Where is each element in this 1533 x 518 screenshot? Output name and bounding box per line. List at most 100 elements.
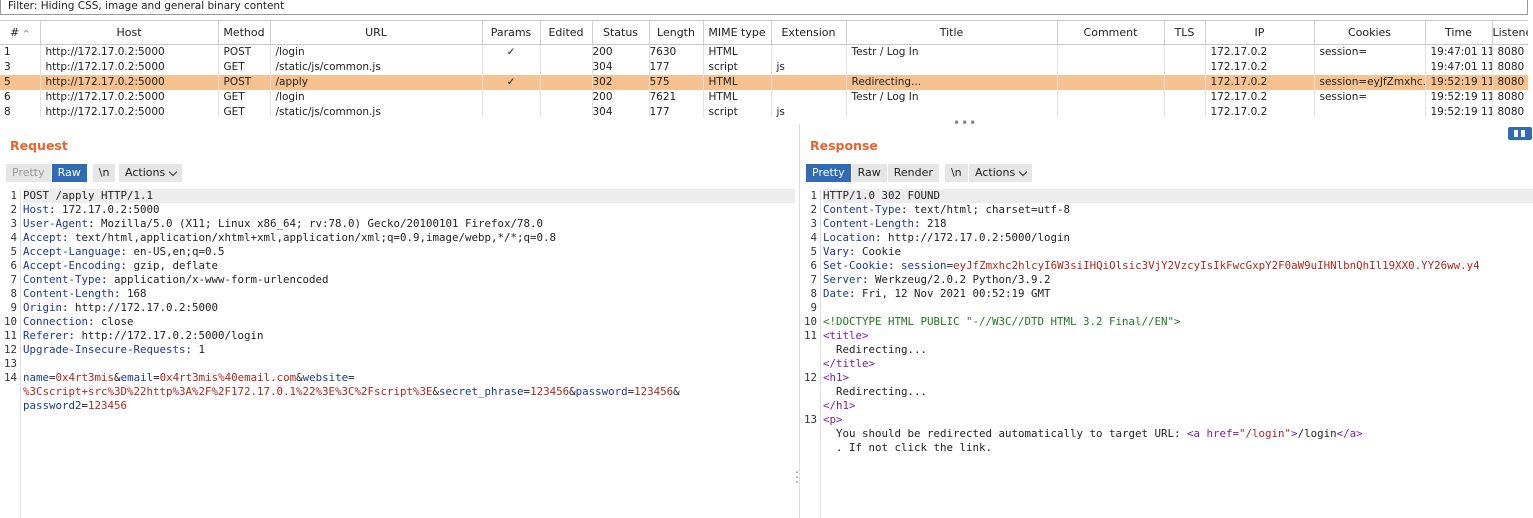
column-header-title[interactable]: Title (846, 21, 1058, 45)
header-name: Content-Type (823, 203, 902, 216)
header-name: Vary (823, 245, 850, 258)
cell-edited (540, 90, 593, 105)
column-header-params[interactable]: Params (482, 21, 541, 45)
request-actions-button[interactable]: Actions (119, 164, 183, 182)
cell-edited (540, 105, 593, 117)
response-editor[interactable]: 1 2 3 4 5 6 7 8 9 10 11 12 13 HTTP/1.0 302 FOUND Con… (800, 189, 1533, 518)
cell-params: ✓ (482, 44, 541, 60)
doctype-line: <!DOCTYPE HTML PUBLIC "-//W3C//DTD HTML … (823, 315, 1181, 328)
table-row[interactable]: 6 http://172.17.0.2:5000 GET/login 200 7621 H… (0, 90, 1528, 105)
title-close-tag: </title> (823, 357, 876, 370)
column-header-cookies[interactable]: Cookies (1314, 21, 1426, 45)
request-view-tabs: Pretty Raw \n (6, 164, 116, 182)
cell-length: 575 (649, 75, 704, 90)
request-tab-newline[interactable]: \n (92, 164, 116, 182)
line-number: 11 (803, 329, 817, 342)
header-value: http://172.17.0.2:5000 (68, 301, 219, 314)
response-panel-title: Response (810, 138, 878, 153)
cell-num: 6 (0, 90, 41, 105)
header-name: Location (823, 231, 876, 244)
cell-method: POST (218, 75, 271, 90)
header-name: User-Agent (23, 217, 89, 230)
column-header-ip[interactable]: IP (1205, 21, 1315, 45)
column-header-listener-port[interactable]: Listener port (1492, 21, 1528, 45)
header-name: Referer (23, 329, 69, 342)
cell-title (846, 105, 1058, 117)
table-row[interactable]: 1 http://172.17.0.2:5000 POST/login ✓ 200 763… (0, 44, 1528, 60)
column-header-comment[interactable]: Comment (1057, 21, 1165, 45)
column-header-length[interactable]: Length (649, 21, 704, 45)
header-name: Origin (23, 301, 63, 314)
header-name: Upgrade-Insecure-Requests (23, 343, 186, 356)
column-header-url[interactable]: URL (270, 21, 483, 45)
request-body-line-1: name=0x4rt3mis&email=0x4rt3mis%40email.c… (23, 371, 355, 384)
header-name: Connection (23, 315, 89, 328)
cell-time: 19:47:01 11 N... (1425, 44, 1493, 60)
split-handle-horizontal[interactable]: ••• (953, 116, 977, 130)
response-tab-newline[interactable]: \n (944, 164, 968, 182)
response-header: Content-Length: 218 (823, 217, 947, 230)
line-number: 13 (803, 413, 817, 426)
request-tab-raw[interactable]: Raw (51, 164, 87, 182)
cell-ip: 172.17.0.2 (1205, 75, 1315, 90)
cell-url: /static/js/common.js (270, 105, 483, 117)
header-value: 218 (920, 217, 947, 230)
cell-port: 8080 (1492, 75, 1528, 90)
param-value: 0x4rt3mis%40email.com (159, 371, 297, 384)
cell-cookies: session=eyJfZmxhc... (1314, 75, 1426, 90)
column-header-status[interactable]: Status (592, 21, 650, 45)
column-header-host[interactable]: Host (40, 21, 219, 45)
param-value: %3Cscript+src%3D%22http%3A%2F%2F172.17.0… (23, 385, 433, 398)
column-header-extension[interactable]: Extension (771, 21, 847, 45)
request-tab-pretty[interactable]: Pretty (6, 164, 51, 182)
request-header: Origin: http://172.17.0.2:5000 (23, 301, 219, 314)
column-header-num[interactable]: # ^ (0, 21, 41, 45)
cell-ip: 172.17.0.2 (1205, 90, 1315, 105)
cell-url: /login (270, 90, 483, 105)
column-header-method[interactable]: Method (218, 21, 271, 45)
cell-ip: 172.17.0.2 (1205, 105, 1315, 117)
response-header: Vary: Cookie (823, 245, 902, 258)
cell-length: 177 (649, 105, 704, 117)
header-name: Content-Length (823, 217, 915, 230)
response-header: Server: Werkzeug/2.0.2 Python/3.9.2 (823, 273, 1051, 286)
response-tab-raw[interactable]: Raw (851, 164, 887, 182)
column-header-mime[interactable]: MIME type (703, 21, 772, 45)
cell-mime: HTML (703, 75, 772, 90)
p-open-tag: <p> (823, 413, 843, 426)
filter-bar[interactable]: Filter: Hiding CSS, image and general bi… (0, 0, 1528, 15)
h1-text: Redirecting... (823, 385, 928, 398)
request-header: Host: 172.17.0.2:5000 (23, 203, 160, 216)
header-value: text/html; charset=utf-8 (907, 203, 1071, 216)
table-row[interactable]: 5 http://172.17.0.2:5000 POST/apply ✓ 302 575… (0, 75, 1528, 90)
layout-toggle-icon[interactable] (1508, 127, 1532, 140)
header-value: Cookie (855, 245, 902, 258)
response-actions-button[interactable]: Actions (969, 164, 1033, 182)
cell-time: 19:47:01 11 N... (1425, 60, 1493, 75)
column-header-time[interactable]: Time (1425, 21, 1493, 45)
response-header: Location: http://172.17.0.2:5000/login (823, 231, 1071, 244)
cell-edited (540, 75, 593, 90)
response-tab-render[interactable]: Render (887, 164, 939, 182)
request-editor[interactable]: 1 2 3 4 5 6 7 8 9 10 11 12 13 14 POST /apply HTTP/1.1… (0, 189, 799, 518)
header-value: gzip, deflate (127, 259, 219, 272)
response-tab-pretty[interactable]: Pretty (806, 164, 851, 182)
cell-num: 5 (0, 75, 41, 90)
header-value: Werkzeug/2.0.2 Python/3.9.2 (868, 273, 1051, 286)
cell-host: http://172.17.0.2:5000 (40, 75, 219, 90)
table-row[interactable]: 8 http://172.17.0.2:5000 GET/static/js/com… (0, 105, 1528, 117)
column-header-edited[interactable]: Edited (540, 21, 593, 45)
cell-num: 8 (0, 105, 41, 117)
cell-params (482, 90, 541, 105)
header-value: application/x-www-form-urlencoded (107, 273, 329, 286)
cell-port: 8080 (1492, 44, 1528, 60)
cell-comment (1057, 75, 1165, 90)
column-header-tls[interactable]: TLS (1164, 21, 1206, 45)
request-actions-label: Actions (125, 166, 166, 179)
cell-tls (1164, 105, 1206, 117)
header-value: 168 (120, 287, 147, 300)
cell-method: POST (218, 44, 271, 60)
request-header: Accept-Language: en-US,en;q=0.5 (23, 245, 225, 258)
sort-asc-icon: ^ (22, 29, 30, 38)
table-row[interactable]: 3 http://172.17.0.2:5000 GET/static/js/com… (0, 60, 1528, 75)
